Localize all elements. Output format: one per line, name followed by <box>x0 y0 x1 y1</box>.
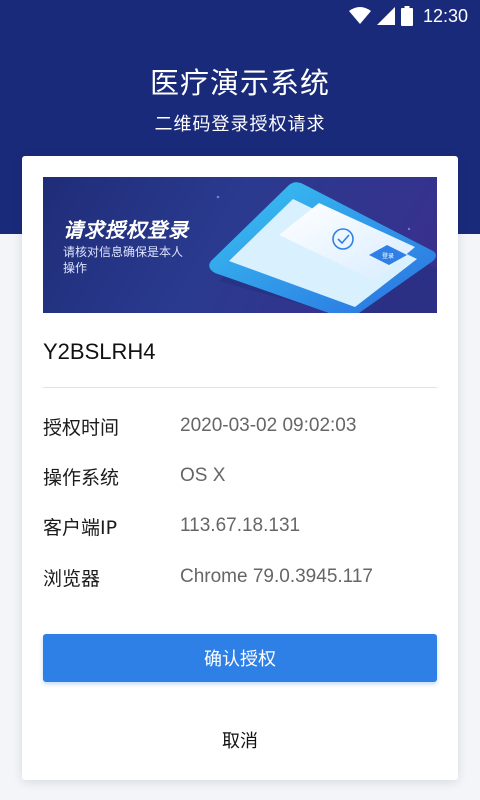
authorization-card: 登录 请求授权登录 请核对信息确保是本人操作 Y2BSLRH4 授权时间 202… <box>22 156 458 780</box>
info-value: Chrome 79.0.3945.117 <box>180 566 373 587</box>
banner-title: 请求授权登录 <box>63 218 189 242</box>
page-subtitle: 二维码登录授权请求 <box>154 114 326 135</box>
banner: 登录 请求授权登录 请核对信息确保是本人操作 <box>43 177 437 313</box>
divider <box>43 387 437 388</box>
confirm-authorization-button[interactable]: 确认授权 <box>43 634 437 682</box>
info-row-browser: 浏览器 Chrome 79.0.3945.117 <box>43 562 437 592</box>
info-label: 客户端IP <box>43 516 118 539</box>
info-row-os: 操作系统 OS X <box>43 461 437 491</box>
status-icons: 12:30 <box>348 5 468 26</box>
page-title: 医疗演示系统 <box>149 66 330 100</box>
status-bar: 12:30 <box>0 0 480 32</box>
info-value: 2020-03-02 09:02:03 <box>180 415 357 436</box>
wifi-icon <box>348 7 371 24</box>
cancel-button[interactable]: 取消 <box>43 716 437 764</box>
phone-button-label: 登录 <box>382 252 394 260</box>
battery-icon <box>400 6 413 26</box>
cell-signal-icon <box>376 7 395 25</box>
info-row-client-ip: 客户端IP 113.67.18.131 <box>43 511 437 541</box>
banner-description: 请核对信息确保是本人操作 <box>63 245 184 275</box>
device-code: Y2BSLRH4 <box>43 339 156 364</box>
status-time: 12:30 <box>422 5 468 26</box>
info-label: 浏览器 <box>43 567 101 590</box>
info-value: 113.67.18.131 <box>180 515 301 536</box>
info-label: 授权时间 <box>43 416 120 439</box>
info-value: OS X <box>180 465 226 486</box>
info-label: 操作系统 <box>43 466 120 489</box>
info-row-auth-time: 授权时间 2020-03-02 09:02:03 <box>43 411 437 441</box>
